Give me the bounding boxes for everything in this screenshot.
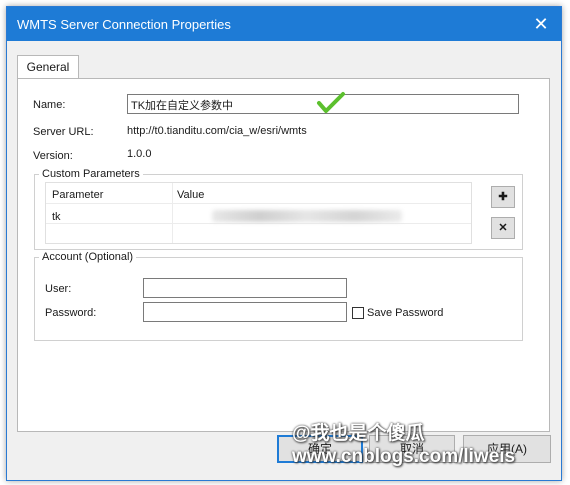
watermark-line1: @我也是个傻瓜 <box>292 423 425 444</box>
save-password-checkbox[interactable] <box>352 307 364 319</box>
tab-general[interactable]: General <box>17 55 79 79</box>
dialog-window: WMTS Server Connection Properties ✕ Gene… <box>6 6 562 481</box>
checkmark-icon <box>317 92 345 113</box>
server-url-value: http://t0.tianditu.com/cia_w/esri/wmts <box>127 125 307 137</box>
value-cell-redacted[interactable] <box>212 210 402 222</box>
window-title: WMTS Server Connection Properties <box>17 17 231 32</box>
version-label: Version: <box>33 150 73 162</box>
password-label: Password: <box>45 307 97 319</box>
column-header-value[interactable]: Value <box>177 189 204 201</box>
plus-icon: ✚ <box>498 191 508 203</box>
save-password-label[interactable]: Save Password <box>367 307 443 319</box>
column-divider <box>172 183 173 243</box>
name-label: Name: <box>33 99 66 111</box>
account-legend: Account (Optional) <box>42 251 134 263</box>
parameter-cell[interactable]: tk <box>52 211 61 223</box>
add-parameter-button[interactable]: ✚ <box>491 186 515 208</box>
watermark-line2: www.cnblogs.com/liweis <box>292 446 516 467</box>
user-input[interactable] <box>143 278 347 298</box>
custom-parameters-legend: Custom Parameters <box>42 168 140 180</box>
title-bar[interactable]: WMTS Server Connection Properties ✕ <box>7 7 561 41</box>
remove-parameter-button[interactable]: ✕ <box>491 217 515 239</box>
row-divider <box>46 223 471 224</box>
version-value: 1.0.0 <box>127 148 152 160</box>
close-icon: ✕ <box>498 222 508 234</box>
user-label: User: <box>45 283 72 295</box>
parameters-table[interactable]: Parameter Value tk <box>45 182 472 244</box>
header-divider <box>46 203 471 204</box>
server-url-label: Server URL: <box>33 126 94 138</box>
password-input[interactable] <box>143 302 347 322</box>
close-icon[interactable]: ✕ <box>521 7 561 41</box>
column-header-parameter[interactable]: Parameter <box>52 189 103 201</box>
